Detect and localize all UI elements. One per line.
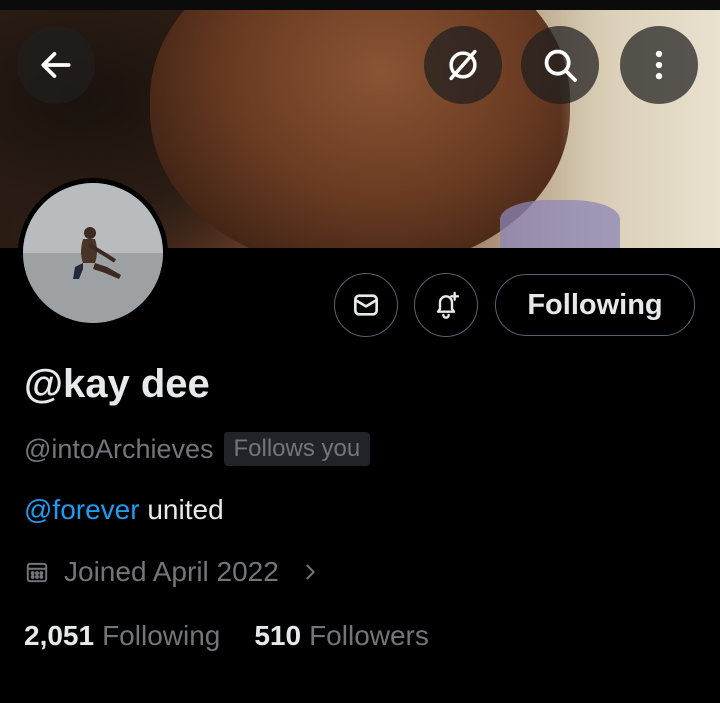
chevron-right-icon <box>306 564 315 580</box>
followers-count: 510 <box>254 620 302 651</box>
follows-you-badge: Follows you <box>223 432 371 466</box>
followers-label: Followers <box>309 620 429 651</box>
following-count: 2,051 <box>24 620 95 651</box>
avatar-image <box>23 183 163 323</box>
search-button[interactable] <box>521 26 599 104</box>
avatar-frame[interactable] <box>18 178 168 328</box>
notifications-button[interactable] <box>414 273 478 337</box>
grok-button[interactable] <box>424 26 502 104</box>
username-handle: @intoArchieves <box>24 433 214 464</box>
back-button[interactable] <box>17 26 95 104</box>
bio-text: united <box>139 494 224 525</box>
more-vertical-icon <box>655 50 663 80</box>
avatar <box>23 183 163 323</box>
message-button[interactable] <box>334 273 398 337</box>
bio: @forever united <box>24 494 224 526</box>
joined-date-row[interactable]: Joined April 2022 <box>24 556 321 588</box>
followers-stat[interactable]: 510 Followers <box>254 620 429 652</box>
grok-icon <box>449 49 477 81</box>
handle-row: @intoArchieves Follows you <box>24 432 371 466</box>
more-button[interactable] <box>620 26 698 104</box>
bell-plus-icon <box>436 291 460 319</box>
status-bar-strip <box>0 0 720 10</box>
display-name: @kay dee <box>24 362 210 406</box>
following-stat[interactable]: 2,051 Following <box>24 620 220 652</box>
arrow-left-icon <box>41 52 71 78</box>
calendar-icon <box>26 562 48 583</box>
banner-image-shirt <box>500 200 620 248</box>
joined-date: Joined April 2022 <box>64 556 279 587</box>
bio-mention-link[interactable]: @forever <box>24 494 140 525</box>
follow-stats: 2,051 Following 510 Followers <box>24 620 429 652</box>
following-button[interactable]: Following <box>495 274 695 336</box>
search-icon <box>544 49 577 82</box>
following-label: Following <box>102 620 221 651</box>
envelope-icon <box>354 294 378 316</box>
